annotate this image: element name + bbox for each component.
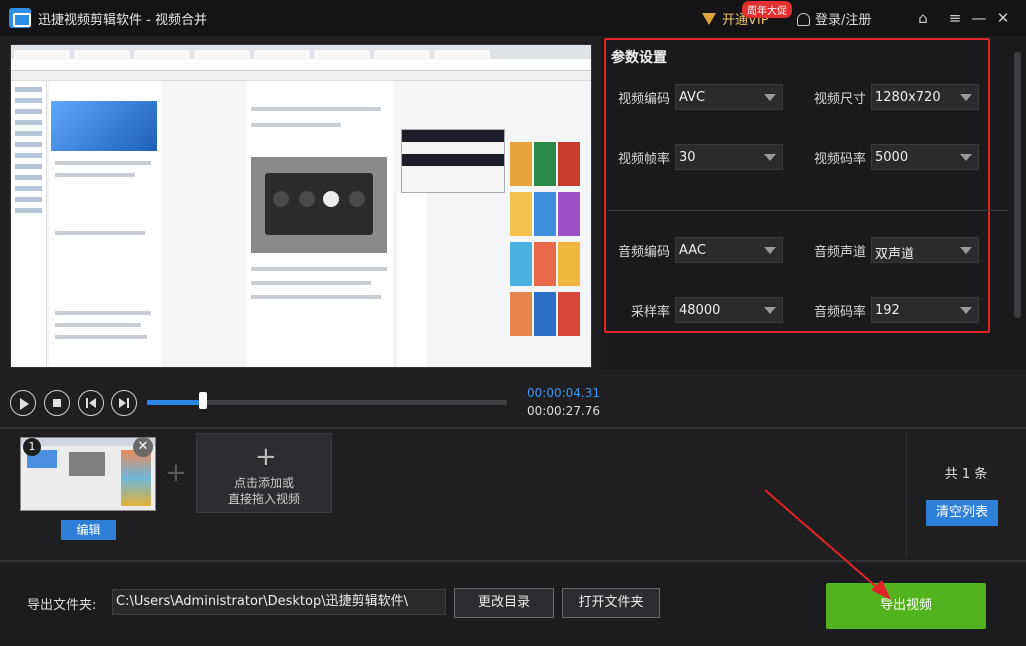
login-button[interactable]: 登录/注册: [797, 9, 871, 28]
promo-badge: 周年大促: [742, 1, 792, 18]
chevron-down-icon: [960, 247, 972, 254]
clip-count: 共 1 条: [944, 467, 988, 482]
diamond-icon: [702, 13, 716, 25]
total-time: 00:00:27.76: [527, 404, 600, 418]
audio-codec-select[interactable]: AAC: [675, 237, 783, 263]
audio-channel-label: 音频声道: [813, 245, 866, 260]
prev-icon: [86, 398, 88, 408]
plus-icon: +: [165, 458, 187, 488]
close-icon[interactable]: ✕: [991, 6, 1015, 30]
output-folder-path[interactable]: C:\Users\Administrator\Desktop\迅捷剪辑软件\: [112, 589, 446, 615]
video-size-value: 1280x720: [875, 90, 941, 105]
params-divider: [608, 210, 1008, 211]
audio-codec-value: AAC: [679, 243, 706, 258]
annotation-highlight-box: [604, 38, 990, 333]
play-icon: [20, 398, 29, 410]
stop-button[interactable]: [44, 390, 70, 416]
video-codec-value: AVC: [679, 90, 706, 105]
clip-index-badge: 1: [23, 438, 41, 456]
next-icon: [119, 398, 126, 408]
video-bitrate-select[interactable]: 5000: [871, 144, 979, 170]
add-video-line1: 点击添加或: [233, 476, 294, 490]
export-video-button[interactable]: 导出视频: [826, 583, 986, 629]
current-time: 00:00:04.31: [527, 386, 600, 400]
video-preview: [10, 44, 592, 368]
params-title: 参数设置: [611, 50, 667, 66]
next-frame-button[interactable]: [111, 390, 137, 416]
chevron-down-icon: [764, 247, 776, 254]
sample-rate-value: 48000: [679, 303, 721, 318]
progress-track[interactable]: [147, 392, 507, 409]
audio-codec-label: 音频编码: [617, 245, 670, 260]
change-dir-button[interactable]: 更改目录: [454, 588, 554, 618]
divider: [906, 431, 907, 557]
chevron-down-icon: [764, 307, 776, 314]
remove-clip-icon[interactable]: ✕: [133, 437, 153, 457]
preview-browser-tabs: [11, 45, 591, 60]
chevron-down-icon: [764, 94, 776, 101]
login-label: 登录/注册: [815, 13, 872, 28]
video-codec-label: 视频编码: [617, 92, 670, 107]
title-bar: 迅捷视频剪辑软件 - 视频合并 开通VIP 周年大促 登录/注册 ⌂ ≡ — ✕: [0, 0, 1026, 36]
user-icon: [797, 13, 810, 26]
progress-handle[interactable]: [198, 392, 207, 409]
chevron-down-icon: [960, 94, 972, 101]
window-title: 迅捷视频剪辑软件 - 视频合并: [38, 13, 207, 28]
home-icon[interactable]: ⌂: [911, 6, 935, 30]
sample-rate-label: 采样率: [630, 305, 670, 320]
audio-bitrate-select[interactable]: 192: [871, 297, 979, 323]
frame-rate-select[interactable]: 30: [675, 144, 783, 170]
audio-channel-select[interactable]: 双声道: [871, 237, 979, 263]
stop-icon: [53, 399, 61, 407]
video-bitrate-label: 视频码率: [813, 152, 866, 167]
video-bitrate-value: 5000: [875, 150, 909, 165]
video-size-label: 视频尺寸: [813, 92, 866, 107]
prev-frame-button[interactable]: [78, 390, 104, 416]
audio-bitrate-value: 192: [875, 303, 900, 318]
chevron-down-icon: [960, 307, 972, 314]
video-codec-select[interactable]: AVC: [675, 84, 783, 110]
audio-bitrate-label: 音频码率: [813, 305, 866, 320]
play-button[interactable]: [10, 390, 36, 416]
minimize-icon[interactable]: —: [967, 6, 991, 30]
app-logo-icon: [9, 8, 31, 28]
sample-rate-select[interactable]: 48000: [675, 297, 783, 323]
audio-channel-value: 双声道: [875, 247, 915, 262]
video-size-select[interactable]: 1280x720: [871, 84, 979, 110]
open-folder-button[interactable]: 打开文件夹: [562, 588, 660, 618]
add-video-button[interactable]: + 点击添加或 直接拖入视频: [196, 433, 332, 513]
params-scrollbar[interactable]: [1014, 52, 1021, 318]
chevron-down-icon: [960, 154, 972, 161]
clear-list-button[interactable]: 清空列表: [926, 500, 998, 526]
add-plus-icon: +: [255, 442, 277, 472]
frame-rate-value: 30: [679, 150, 696, 165]
menu-icon[interactable]: ≡: [943, 6, 967, 30]
frame-rate-label: 视频帧率: [617, 152, 670, 167]
add-video-line2: 直接拖入视频: [227, 492, 300, 506]
divider: [0, 427, 1026, 429]
edit-clip-button[interactable]: 编辑: [61, 520, 116, 540]
progress-fill: [147, 400, 203, 405]
output-folder-label: 导出文件夹:: [27, 598, 97, 613]
chevron-down-icon: [764, 154, 776, 161]
